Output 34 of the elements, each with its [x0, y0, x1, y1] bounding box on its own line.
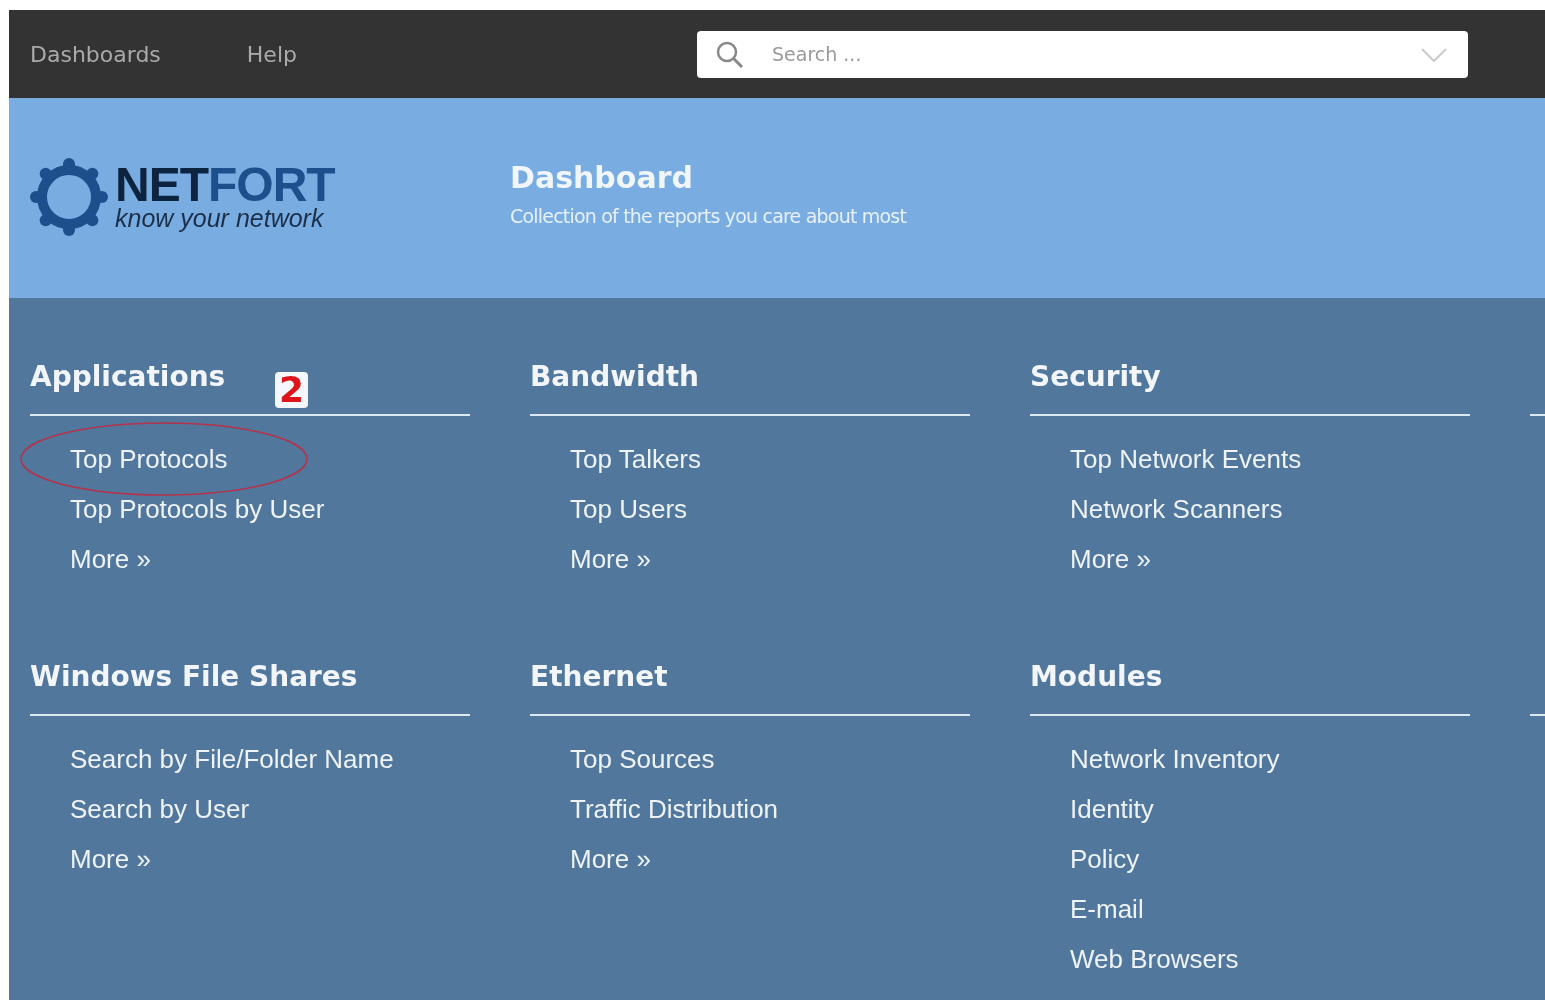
- report-link[interactable]: Top Network Events: [1070, 443, 1302, 475]
- annotation-number: 2: [275, 372, 309, 408]
- section-heading: Windows File Shares: [30, 660, 358, 695]
- section-heading: Applications: [30, 360, 226, 395]
- report-link[interactable]: Search by User: [70, 793, 250, 825]
- report-link[interactable]: Top Protocols by User: [70, 493, 325, 525]
- section-heading: Security: [1030, 360, 1161, 395]
- nav-link[interactable]: Help: [246, 41, 297, 67]
- report-link[interactable]: More »: [570, 543, 651, 575]
- page-subtitle: Collection of the reports you care about most: [510, 204, 907, 227]
- chevron-down-icon[interactable]: [1420, 46, 1448, 63]
- nav-link[interactable]: Dashboards: [30, 41, 161, 67]
- report-link[interactable]: E-mail: [1070, 893, 1144, 925]
- report-link[interactable]: Top Sources: [570, 743, 715, 775]
- page-title: Dashboard: [510, 159, 694, 195]
- section-heading: Modules: [1030, 660, 1163, 695]
- search-icon: [715, 39, 745, 70]
- report-link[interactable]: Top Users: [570, 493, 688, 525]
- report-link[interactable]: Traffic Distribution: [570, 793, 779, 825]
- report-link[interactable]: Network Scanners: [1070, 493, 1283, 525]
- report-link[interactable]: More »: [70, 843, 151, 875]
- gear-logo-icon: [29, 157, 109, 237]
- report-link[interactable]: Identity: [1070, 793, 1154, 825]
- report-link[interactable]: Policy: [1070, 843, 1140, 875]
- search-field[interactable]: Search ...: [697, 30, 1468, 78]
- report-link[interactable]: More »: [1070, 543, 1151, 575]
- report-link[interactable]: Network Inventory: [1070, 743, 1280, 775]
- report-link[interactable]: More »: [70, 543, 151, 575]
- report-link[interactable]: More »: [570, 843, 651, 875]
- report-link[interactable]: Web Browsers: [1070, 943, 1239, 975]
- section-heading: Ethernet: [530, 660, 668, 695]
- report-link[interactable]: Search by File/Folder Name: [70, 743, 394, 775]
- report-link[interactable]: Top Talkers: [570, 443, 702, 475]
- section-heading: Bandwidth: [530, 360, 700, 395]
